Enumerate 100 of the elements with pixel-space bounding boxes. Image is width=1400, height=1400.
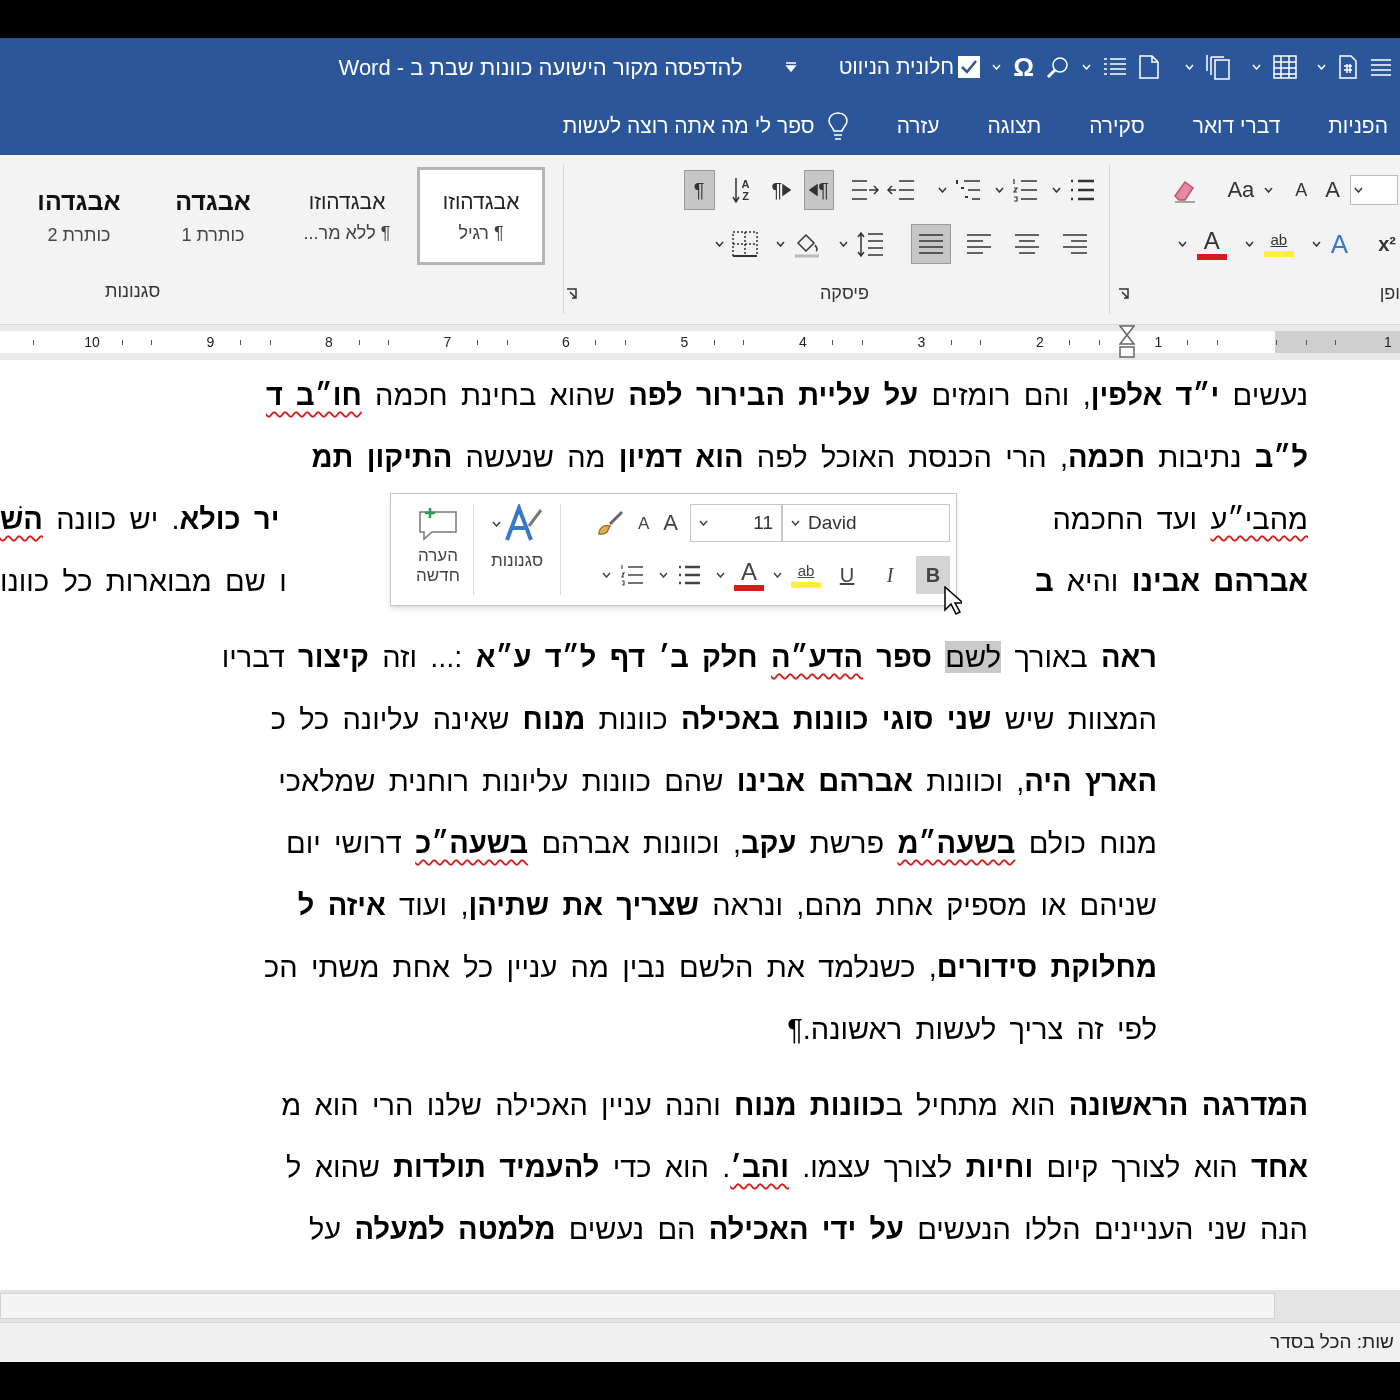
dialog-launcher-icon[interactable] bbox=[1118, 287, 1129, 299]
caret-icon[interactable] bbox=[699, 520, 708, 526]
justify-button[interactable] bbox=[911, 224, 951, 264]
search-icon[interactable] bbox=[1046, 55, 1070, 79]
font-color-label: A bbox=[741, 559, 757, 584]
grow-font-button[interactable]: A bbox=[663, 512, 678, 534]
caret-icon[interactable] bbox=[1052, 187, 1061, 193]
show-marks-button[interactable]: ¶ bbox=[683, 170, 715, 210]
bullets-icon[interactable] bbox=[1069, 178, 1095, 202]
grow-font-button[interactable]: A bbox=[1325, 179, 1340, 201]
table-icon[interactable] bbox=[1273, 55, 1297, 79]
caret-icon[interactable] bbox=[1244, 241, 1254, 247]
caret-icon[interactable] bbox=[659, 572, 668, 578]
style-sample: אבגדהו bbox=[37, 188, 121, 214]
right-to-left-button[interactable]: ¶ bbox=[804, 170, 834, 210]
page-icon[interactable] bbox=[1139, 55, 1159, 79]
new-comment-button[interactable]: הערה חדשה bbox=[403, 494, 473, 605]
numbering-icon[interactable] bbox=[620, 564, 644, 586]
lightbulb-icon[interactable] bbox=[826, 110, 849, 141]
body-text: ספר bbox=[875, 641, 933, 673]
superscript-button[interactable]: x² bbox=[1378, 234, 1396, 254]
caret-icon[interactable] bbox=[776, 241, 785, 247]
highlight-button[interactable]: ab bbox=[1263, 231, 1294, 257]
font-size-field[interactable]: 11 bbox=[690, 504, 782, 542]
styles-button[interactable]: סגנונות bbox=[474, 494, 560, 605]
italic-button[interactable]: I bbox=[873, 556, 907, 594]
bold-button[interactable]: B bbox=[916, 556, 950, 594]
document-icon[interactable] bbox=[1338, 55, 1358, 79]
tell-me-field[interactable]: ספר לי מה אתה רוצה לעשות bbox=[514, 109, 815, 142]
body-text: המצוות שיש שני סוגי כוונות באכילה כוונות מנוח שאינה עליונה כל כ bbox=[270, 703, 1157, 735]
dialog-launcher-icon[interactable] bbox=[566, 287, 577, 299]
underline-button[interactable]: U bbox=[830, 556, 864, 594]
caret-icon[interactable] bbox=[715, 241, 724, 247]
font-color-button[interactable]: A bbox=[1196, 228, 1227, 260]
caret-icon[interactable] bbox=[1177, 241, 1187, 247]
customize-caret-icon[interactable] bbox=[784, 62, 797, 72]
body-text: . הוא כדי להעמיד תולדות שהוא ל bbox=[286, 1151, 731, 1183]
caret-icon[interactable] bbox=[716, 572, 725, 578]
caret-icon[interactable] bbox=[1354, 187, 1363, 193]
checkbox-label: חלונית הניווט bbox=[838, 54, 955, 81]
ribbon-tab[interactable]: סקירה bbox=[1089, 109, 1145, 142]
caret-icon[interactable] bbox=[839, 241, 848, 247]
font-size-field[interactable] bbox=[1350, 175, 1398, 205]
decrease-indent-icon[interactable] bbox=[887, 179, 915, 201]
sort-button[interactable]: AZ bbox=[731, 177, 750, 203]
font-color-bar bbox=[734, 584, 764, 591]
style-sample: אבגדה bbox=[175, 188, 251, 214]
body-text: הנה שני העניינים הללו הנעשים על ידי האכילה הם נעשים מלמטה למעלה על bbox=[308, 1213, 1308, 1245]
change-case-button[interactable]: Aa bbox=[1227, 179, 1255, 201]
font-color-label: A bbox=[1203, 228, 1220, 253]
caret-icon[interactable] bbox=[938, 187, 947, 193]
borders-icon[interactable] bbox=[732, 231, 758, 257]
bullets-icon[interactable] bbox=[677, 564, 701, 586]
style-gallery-item[interactable]: אבגדהוזו ¶ ללא מר... bbox=[283, 167, 411, 265]
body-text: דרושי יום bbox=[286, 827, 403, 859]
indent-marker-icon[interactable] bbox=[1119, 325, 1135, 359]
highlight-button[interactable]: ab bbox=[791, 562, 821, 588]
shrink-font-button[interactable]: A bbox=[1295, 181, 1308, 199]
style-gallery-item[interactable]: אבגדהו כותרת 2 bbox=[15, 167, 143, 265]
horizontal-scrollbar[interactable] bbox=[0, 1293, 1275, 1319]
style-gallery-item[interactable]: אבגדהוזו ¶ רגיל bbox=[417, 167, 545, 265]
style-name: כותרת 1 bbox=[181, 225, 245, 244]
ribbon-tab[interactable]: עזרה bbox=[896, 109, 940, 142]
pages-icon[interactable] bbox=[1206, 54, 1232, 80]
font-field[interactable]: David bbox=[782, 504, 950, 542]
caret-icon[interactable] bbox=[1264, 187, 1274, 193]
body-text: מנוח כולם bbox=[1027, 827, 1157, 859]
shrink-font-button[interactable]: A bbox=[637, 514, 650, 532]
misspelled-text: מהבי״ע bbox=[1210, 503, 1308, 535]
selected-text: לשם bbox=[945, 641, 1002, 673]
ribbon-tab[interactable]: תצוגה bbox=[987, 109, 1042, 142]
checkbox[interactable] bbox=[958, 56, 981, 78]
menu-lines-icon[interactable] bbox=[1370, 58, 1392, 76]
body-text: ועד החכמה bbox=[1052, 503, 1199, 535]
multilevel-list-icon[interactable] bbox=[955, 178, 981, 202]
body-text: אחד הוא לצורך קיום וחיות לצורך עצמו. bbox=[801, 1151, 1308, 1183]
text-effects-button[interactable]: A bbox=[1330, 231, 1349, 257]
ribbon-tab[interactable]: הפניות bbox=[1328, 109, 1388, 142]
body-text: המדרגה הראשונה הוא מתחיל בכוונות מנוח והנה עניין האכילה שלנו הרי הוא מ bbox=[281, 1089, 1308, 1121]
left-to-right-button[interactable]: ¶ bbox=[766, 170, 797, 210]
font-color-bar bbox=[1196, 253, 1227, 260]
symbol-button[interactable]: Ω bbox=[1013, 54, 1034, 80]
body-text: ו שם מבוארות כל כוונו bbox=[0, 565, 287, 597]
increase-indent-icon[interactable] bbox=[851, 179, 879, 201]
caret-icon[interactable] bbox=[791, 520, 800, 526]
font-color-button[interactable]: A bbox=[734, 559, 764, 591]
ribbon-tab[interactable]: דברי דואר bbox=[1192, 109, 1281, 142]
paintbrush-icon[interactable] bbox=[595, 510, 624, 536]
highlight-color-bar bbox=[1263, 250, 1294, 257]
numbering-icon[interactable] bbox=[1012, 178, 1038, 202]
group-label: ופן bbox=[1379, 281, 1400, 305]
line-spacing-icon[interactable] bbox=[856, 231, 884, 257]
caret-icon[interactable] bbox=[491, 521, 501, 527]
caret-icon[interactable] bbox=[773, 572, 782, 578]
style-gallery-item[interactable]: אבגדה כותרת 1 bbox=[149, 167, 277, 265]
caret-icon[interactable] bbox=[995, 187, 1004, 193]
misspelled-text: חו״ב ד bbox=[265, 379, 362, 411]
list-icon[interactable] bbox=[1103, 57, 1127, 77]
caret-icon[interactable] bbox=[602, 572, 611, 578]
caret-icon[interactable] bbox=[1311, 241, 1321, 247]
